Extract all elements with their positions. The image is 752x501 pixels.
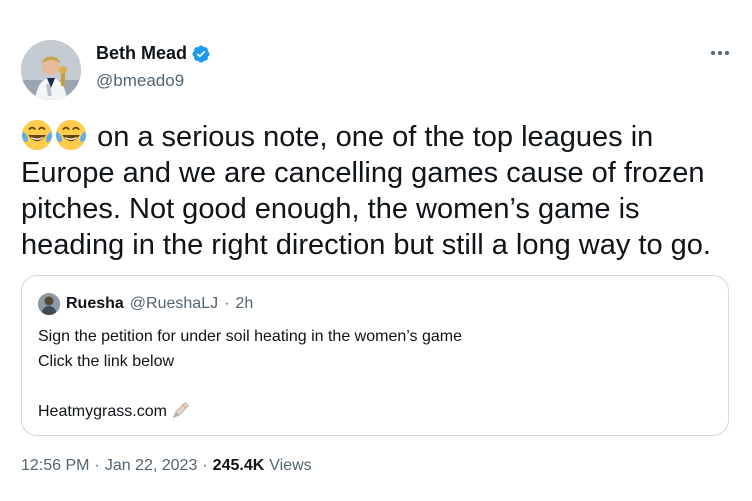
face-with-tears-of-joy-emoji <box>21 119 53 151</box>
author-display-name[interactable]: Beth Mead <box>96 43 187 64</box>
quoted-author-name: Ruesha <box>66 295 124 312</box>
views-label: Views <box>269 457 312 474</box>
more-dots-icon[interactable] <box>708 44 732 62</box>
tweet-text: on a serious note, one of the top league… <box>21 121 711 261</box>
avatar-photo <box>21 40 81 100</box>
author-avatar[interactable] <box>21 40 81 100</box>
author-name-row: Beth Mead <box>96 43 211 64</box>
tweet-meta: 12:56 PM · Jan 22, 2023 · 245.4K Views <box>21 457 312 475</box>
quoted-tweet-header: Ruesha @RueshaLJ · 2h <box>38 293 253 315</box>
quoted-separator: · <box>224 295 230 312</box>
writing-hand-emoji <box>172 402 189 419</box>
quoted-blank-line <box>38 374 462 399</box>
tweet-time[interactable]: 12:56 PM <box>21 457 89 475</box>
verified-badge-icon <box>192 44 210 63</box>
author-handle[interactable]: @bmeado9 <box>96 71 184 91</box>
tweet-date[interactable]: Jan 22, 2023 <box>105 457 198 475</box>
quoted-tweet-text: Sign the petition for under soil heating… <box>38 324 462 424</box>
meta-separator: · <box>202 457 208 474</box>
quoted-link[interactable]: Heatmygrass.com <box>38 403 167 420</box>
quoted-avatar-photo <box>38 293 60 315</box>
meta-separator: · <box>94 457 100 474</box>
quoted-timestamp: 2h <box>235 295 254 312</box>
face-with-tears-of-joy-emoji <box>55 119 87 151</box>
quoted-line-2: Click the link below <box>38 353 175 370</box>
quoted-link-line: Heatmygrass.com <box>38 399 462 424</box>
quoted-line-1: Sign the petition for under soil heating… <box>38 328 462 345</box>
quoted-author-avatar <box>38 293 60 315</box>
tweet: Beth Mead @bmeado9 on a serious note, on… <box>0 0 752 501</box>
views-count: 245.4K <box>212 457 265 474</box>
quoted-tweet[interactable]: Ruesha @RueshaLJ · 2h Sign the petition … <box>21 275 729 436</box>
quoted-author-handle: @RueshaLJ <box>129 295 219 312</box>
tweet-text-block: on a serious note, one of the top league… <box>21 119 731 263</box>
